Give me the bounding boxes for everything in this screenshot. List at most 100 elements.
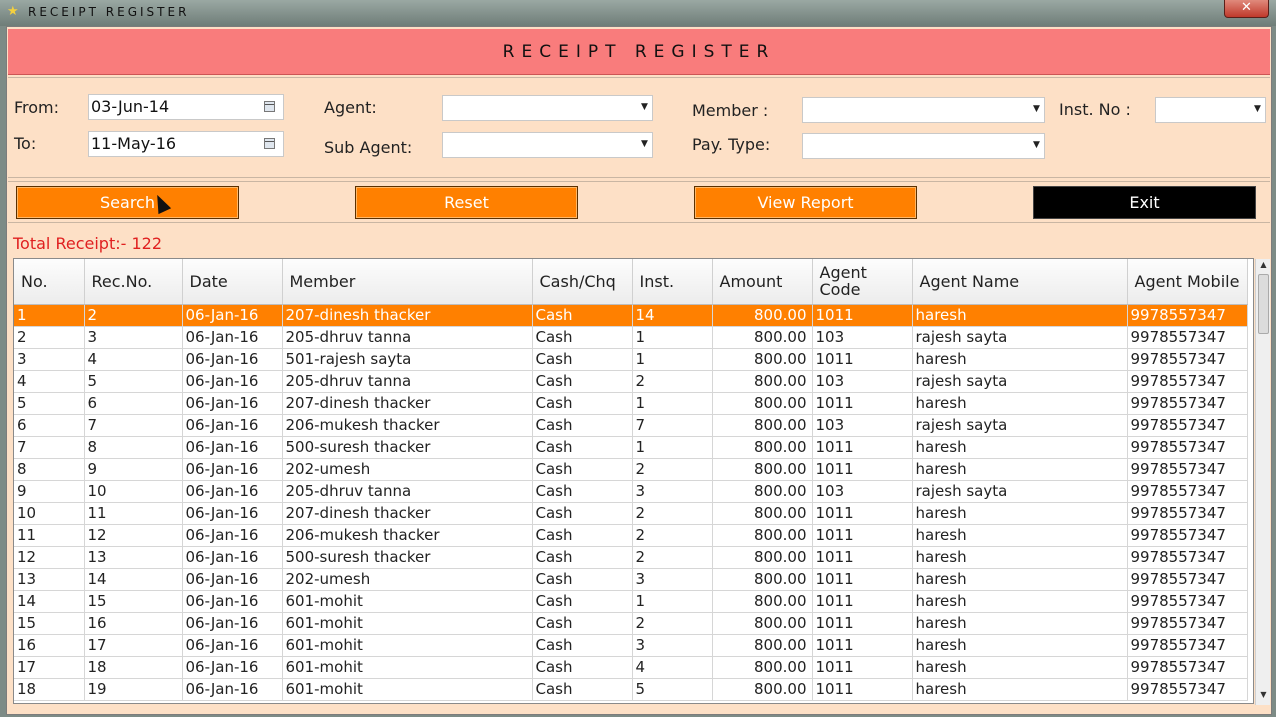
table-cell: rajesh sayta bbox=[912, 370, 1128, 393]
table-cell: 06-Jan-16 bbox=[182, 304, 283, 327]
table-cell: 06-Jan-16 bbox=[182, 656, 283, 679]
chevron-down-icon[interactable]: ▼ bbox=[1033, 104, 1042, 114]
table-cell: 3 bbox=[14, 348, 85, 371]
table-cell: 06-Jan-16 bbox=[182, 436, 283, 459]
search-button[interactable]: Search bbox=[16, 186, 239, 219]
chevron-down-icon[interactable]: ▼ bbox=[641, 102, 650, 112]
table-row[interactable]: 17 18 06-Jan-16 601-mohit Cash 4 800.00 1011 har… bbox=[14, 656, 1248, 679]
scroll-up-icon[interactable]: ▲ bbox=[1256, 260, 1271, 274]
scroll-down-icon[interactable]: ▼ bbox=[1256, 690, 1271, 704]
table-cell: 800.00 bbox=[712, 612, 813, 635]
table-cell: haresh bbox=[912, 304, 1128, 327]
table-cell: 1 bbox=[14, 304, 85, 327]
table-cell: 1011 bbox=[812, 656, 913, 679]
table-cell: 1 bbox=[632, 348, 713, 371]
table-cell: 12 bbox=[14, 546, 85, 569]
table-cell: 9978557347 bbox=[1127, 568, 1248, 591]
table-cell: 1011 bbox=[812, 348, 913, 371]
table-cell: 9978557347 bbox=[1127, 480, 1248, 503]
table-cell: haresh bbox=[912, 568, 1128, 591]
column-header[interactable]: Agent Mobile bbox=[1127, 259, 1248, 305]
from-date-picker[interactable]: 03-Jun-14 bbox=[88, 94, 284, 120]
table-cell: Cash bbox=[532, 392, 633, 415]
column-header[interactable]: Agent Name bbox=[912, 259, 1128, 305]
table-row[interactable]: 5 6 06-Jan-16 207-dinesh thacker Cash 1 800.00… bbox=[14, 392, 1248, 415]
table-cell: 1011 bbox=[812, 436, 913, 459]
receipt-grid[interactable]: No. Rec.No. Date Member Cash/Chq Inst. Amount A… bbox=[13, 258, 1254, 704]
table-row[interactable]: 4 5 06-Jan-16 205-dhruv tanna Cash 2 800.00 103… bbox=[14, 370, 1248, 393]
table-cell: 9978557347 bbox=[1127, 392, 1248, 415]
pay-type-select[interactable]: ▼ bbox=[802, 133, 1045, 159]
filter-panel: From: 03-Jun-14 To: 11-May-16 Agent: ▼ S… bbox=[8, 77, 1270, 178]
view-report-button[interactable]: View Report bbox=[694, 186, 917, 219]
table-row[interactable]: 10 11 06-Jan-16 207-dinesh thacker Cash 2 800.… bbox=[14, 502, 1248, 525]
table-row[interactable]: 12 13 06-Jan-16 500-suresh thacker Cash 2 800.… bbox=[14, 546, 1248, 569]
table-cell: 9978557347 bbox=[1127, 546, 1248, 569]
table-cell: 800.00 bbox=[712, 304, 813, 327]
pay-type-label: Pay. Type: bbox=[692, 135, 771, 154]
table-cell: 1011 bbox=[812, 590, 913, 613]
column-header[interactable]: Member bbox=[282, 259, 533, 305]
table-row[interactable]: 18 19 06-Jan-16 601-mohit Cash 5 800.00 1011 har… bbox=[14, 678, 1248, 701]
table-cell: rajesh sayta bbox=[912, 414, 1128, 437]
table-cell: 9978557347 bbox=[1127, 458, 1248, 481]
table-row[interactable]: 16 17 06-Jan-16 601-mohit Cash 3 800.00 1011 har… bbox=[14, 634, 1248, 657]
column-header[interactable]: Rec.No. bbox=[84, 259, 183, 305]
table-row[interactable]: 11 12 06-Jan-16 206-mukesh thacker Cash 2 800.… bbox=[14, 524, 1248, 547]
table-cell: 4 bbox=[632, 656, 713, 679]
table-cell: 06-Jan-16 bbox=[182, 634, 283, 657]
table-cell: Cash bbox=[532, 568, 633, 591]
sub-agent-select[interactable]: ▼ bbox=[442, 132, 653, 158]
table-cell: 500-suresh thacker bbox=[282, 436, 533, 459]
table-row[interactable]: 3 4 06-Jan-16 501-rajesh sayta Cash 1 800.00 10… bbox=[14, 348, 1248, 371]
inst-no-select[interactable]: ▼ bbox=[1155, 97, 1266, 123]
table-cell: 207-dinesh thacker bbox=[282, 304, 533, 327]
table-cell: 06-Jan-16 bbox=[182, 502, 283, 525]
table-row[interactable]: 14 15 06-Jan-16 601-mohit Cash 1 800.00 1011 har… bbox=[14, 590, 1248, 613]
scroll-thumb[interactable] bbox=[1258, 274, 1269, 334]
page-title: RECEIPT REGISTER bbox=[502, 42, 776, 62]
column-header[interactable]: Inst. bbox=[632, 259, 713, 305]
table-cell: 202-umesh bbox=[282, 568, 533, 591]
table-cell: 8 bbox=[14, 458, 85, 481]
calendar-icon[interactable] bbox=[264, 101, 275, 112]
table-cell: 14 bbox=[632, 304, 713, 327]
table-cell: 3 bbox=[632, 634, 713, 657]
column-header[interactable]: Date bbox=[182, 259, 283, 305]
table-row[interactable]: 6 7 06-Jan-16 206-mukesh thacker Cash 7 800.00… bbox=[14, 414, 1248, 437]
column-header[interactable]: Agent Code bbox=[812, 259, 913, 305]
table-cell: 601-mohit bbox=[282, 634, 533, 657]
table-row[interactable]: 9 10 06-Jan-16 205-dhruv tanna Cash 3 800.00 10… bbox=[14, 480, 1248, 503]
close-button[interactable]: ✕ bbox=[1224, 0, 1269, 18]
table-row[interactable]: 15 16 06-Jan-16 601-mohit Cash 2 800.00 1011 har… bbox=[14, 612, 1248, 635]
column-header[interactable]: No. bbox=[14, 259, 85, 305]
receipt-table: No. Rec.No. Date Member Cash/Chq Inst. Amount A… bbox=[14, 259, 1248, 701]
vertical-scrollbar[interactable]: ▲ ▼ bbox=[1255, 259, 1270, 705]
to-date-value: 11-May-16 bbox=[91, 134, 177, 153]
calendar-icon[interactable] bbox=[264, 138, 275, 149]
table-cell: 6 bbox=[14, 414, 85, 437]
chevron-down-icon[interactable]: ▼ bbox=[1033, 140, 1042, 150]
table-cell: 19 bbox=[84, 678, 183, 701]
member-select[interactable]: ▼ bbox=[802, 97, 1045, 123]
table-cell: 1011 bbox=[812, 458, 913, 481]
member-label: Member : bbox=[692, 101, 769, 120]
table-cell: 11 bbox=[84, 502, 183, 525]
column-header[interactable]: Amount bbox=[712, 259, 813, 305]
reset-button[interactable]: Reset bbox=[355, 186, 578, 219]
chevron-down-icon[interactable]: ▼ bbox=[1254, 104, 1263, 114]
table-cell: haresh bbox=[912, 634, 1128, 657]
to-date-picker[interactable]: 11-May-16 bbox=[88, 131, 284, 157]
table-row[interactable]: 8 9 06-Jan-16 202-umesh Cash 2 800.00 1011 hares… bbox=[14, 458, 1248, 481]
table-row[interactable]: 2 3 06-Jan-16 205-dhruv tanna Cash 1 800.00 103… bbox=[14, 326, 1248, 349]
agent-select[interactable]: ▼ bbox=[442, 95, 653, 121]
table-cell: 800.00 bbox=[712, 678, 813, 701]
table-row[interactable]: 1 2 06-Jan-16 207-dinesh thacker Cash 14 800.0… bbox=[14, 304, 1248, 327]
table-cell: 800.00 bbox=[712, 656, 813, 679]
column-header[interactable]: Cash/Chq bbox=[532, 259, 633, 305]
chevron-down-icon[interactable]: ▼ bbox=[641, 139, 650, 149]
table-row[interactable]: 13 14 06-Jan-16 202-umesh Cash 3 800.00 1011 har… bbox=[14, 568, 1248, 591]
table-row[interactable]: 7 8 06-Jan-16 500-suresh thacker Cash 1 800.00… bbox=[14, 436, 1248, 459]
table-cell: 3 bbox=[632, 568, 713, 591]
exit-button[interactable]: Exit bbox=[1033, 186, 1256, 219]
